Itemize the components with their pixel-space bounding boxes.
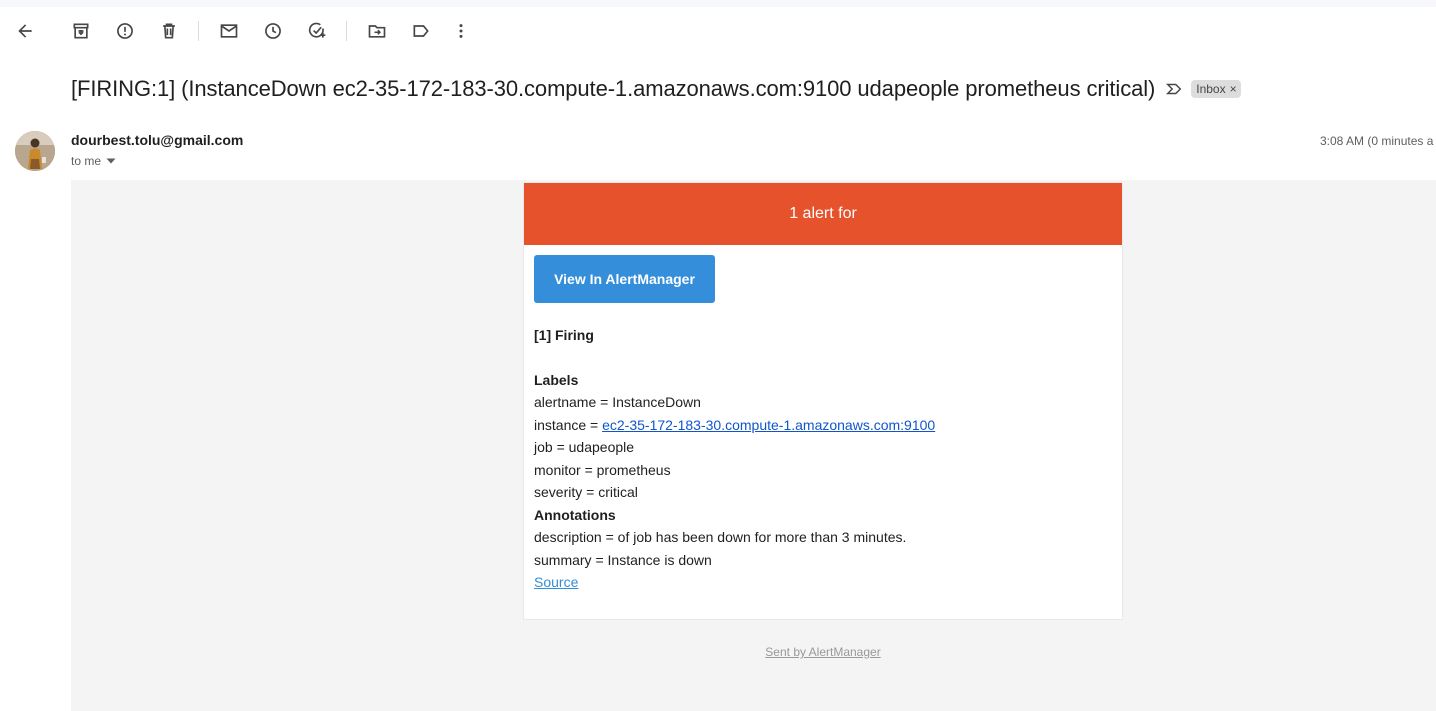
annotation-description: description = of job has been down for m… bbox=[534, 529, 907, 545]
label-instance: instance = ec2-35-172-183-30.compute-1.a… bbox=[534, 416, 936, 433]
inbox-label-text: Inbox bbox=[1196, 82, 1226, 96]
move-to-icon[interactable] bbox=[360, 14, 394, 48]
importance-marker-icon[interactable] bbox=[1165, 80, 1183, 98]
subject-row: [FIRING:1] (InstanceDown ec2-35-172-183-… bbox=[71, 73, 1241, 105]
top-strip bbox=[0, 0, 1436, 7]
label-severity: severity = critical bbox=[534, 484, 638, 500]
label-icon[interactable] bbox=[404, 14, 438, 48]
instance-link[interactable]: ec2-35-172-183-30.compute-1.amazonaws.co… bbox=[602, 417, 935, 433]
sent-by-footer: Sent by AlertManager bbox=[523, 645, 1123, 659]
to-me-label: to me bbox=[71, 154, 102, 168]
snooze-icon[interactable] bbox=[256, 14, 290, 48]
label-job: job = udapeople bbox=[534, 439, 635, 455]
labels-heading: Labels bbox=[534, 372, 579, 388]
more-vertical-icon[interactable] bbox=[444, 14, 478, 48]
firing-heading: [1] Firing bbox=[534, 327, 594, 343]
sender-address[interactable]: dourbest.tolu@gmail.com bbox=[71, 132, 243, 148]
alert-header: 1 alert for bbox=[524, 183, 1122, 245]
chevron-down-icon[interactable] bbox=[106, 158, 116, 164]
source-link[interactable]: Source bbox=[534, 574, 578, 590]
label-monitor: monitor = prometheus bbox=[534, 461, 671, 478]
back-arrow-icon[interactable] bbox=[8, 14, 42, 48]
archive-icon[interactable] bbox=[64, 14, 98, 48]
toolbar-divider bbox=[346, 21, 347, 41]
alert-body: View In AlertManager [1] Firing Labels a… bbox=[524, 245, 1122, 594]
annotation-summary: summary = Instance is down bbox=[534, 551, 712, 568]
sent-by-link[interactable]: Sent by AlertManager bbox=[765, 645, 880, 659]
sender-avatar[interactable] bbox=[15, 131, 55, 171]
email-subject: [FIRING:1] (InstanceDown ec2-35-172-183-… bbox=[71, 76, 1156, 101]
email-timestamp: 3:08 AM (0 minutes a bbox=[1320, 134, 1434, 148]
toolbar-divider bbox=[198, 21, 199, 41]
remove-label-icon[interactable]: × bbox=[1230, 82, 1237, 96]
report-spam-icon[interactable] bbox=[108, 14, 142, 48]
view-in-alertmanager-button[interactable]: View In AlertManager bbox=[534, 255, 715, 303]
delete-icon[interactable] bbox=[152, 14, 186, 48]
inbox-label-chip[interactable]: Inbox × bbox=[1191, 80, 1241, 98]
mark-unread-icon[interactable] bbox=[212, 14, 246, 48]
add-task-icon[interactable] bbox=[300, 14, 334, 48]
alert-card: 1 alert for View In AlertManager [1] Fir… bbox=[523, 182, 1123, 620]
label-alertname: alertname = InstanceDown bbox=[534, 394, 701, 410]
annotations-heading: Annotations bbox=[534, 506, 616, 523]
message-toolbar bbox=[0, 14, 1436, 48]
recipient-details[interactable]: to me bbox=[71, 154, 116, 168]
